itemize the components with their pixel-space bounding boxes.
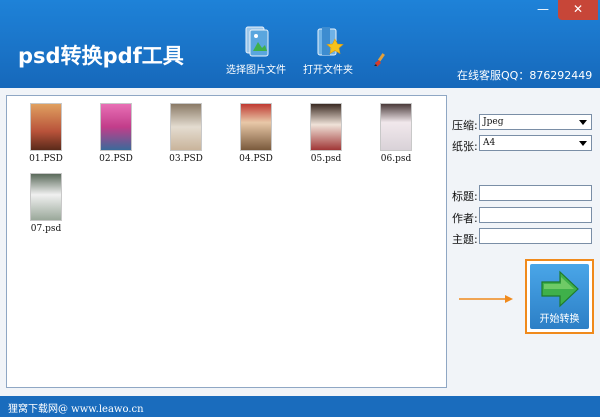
compression-row: 压缩: Jpeg	[452, 114, 600, 132]
thumbnail	[380, 103, 412, 151]
paper-value: A4	[483, 138, 496, 148]
app-title: psd转换pdf工具	[18, 44, 184, 68]
compression-select[interactable]: Jpeg	[479, 114, 592, 130]
chevron-down-icon	[579, 120, 587, 125]
arrow-pointer-icon	[459, 295, 513, 303]
compression-value: Jpeg	[483, 117, 504, 127]
app-window: psd转换pdf工具 — ✕ 选择图片文件 打开文件夹 在线客服QQ：87629…	[0, 0, 600, 417]
file-name: 06.psd	[380, 154, 412, 164]
thumbnail	[100, 103, 132, 151]
folder-star-icon	[317, 27, 344, 56]
paper-row: 纸张: A4	[452, 135, 600, 153]
select-images-button[interactable]: 选择图片文件	[224, 25, 288, 76]
open-folder-label: 打开文件夹	[303, 65, 353, 76]
list-item[interactable]: 02.PSD	[91, 103, 141, 164]
title-label: 标题:	[452, 190, 478, 203]
start-convert-button[interactable]: 开始转换	[530, 264, 589, 329]
image-list-panel[interactable]: 01.PSD 02.PSD 03.PSD 04.PSD 05.psd 06.ps…	[6, 95, 447, 388]
file-name: 02.PSD	[99, 154, 133, 164]
author-field[interactable]	[479, 207, 592, 223]
brush-icon[interactable]	[372, 52, 388, 68]
subject-row: 主题:	[452, 228, 600, 246]
list-item[interactable]: 01.PSD	[21, 103, 71, 164]
thumbnail	[30, 103, 62, 151]
file-name: 04.PSD	[239, 154, 273, 164]
status-bar: 狸窝下载网@ www.leawo.cn	[0, 396, 600, 417]
thumbnail	[30, 173, 62, 221]
qq-service-text: 在线客服QQ：876292449	[457, 69, 593, 82]
photos-icon	[245, 26, 269, 57]
subject-label: 主题:	[452, 233, 478, 246]
list-item[interactable]: 03.PSD	[161, 103, 211, 164]
close-button[interactable]: ✕	[558, 0, 598, 20]
compression-label: 压缩:	[452, 119, 478, 132]
list-item[interactable]: 04.PSD	[231, 103, 281, 164]
settings-panel: 压缩: Jpeg 纸张: A4 标题: 作者: 主题: 开始转换	[452, 88, 600, 396]
author-label: 作者:	[452, 212, 478, 225]
file-name: 05.psd	[310, 154, 342, 164]
select-images-label: 选择图片文件	[226, 65, 286, 76]
file-name: 01.PSD	[29, 154, 63, 164]
title-bar: psd转换pdf工具 — ✕ 选择图片文件 打开文件夹 在线客服QQ：87629…	[0, 0, 600, 88]
list-item[interactable]: 06.psd	[371, 103, 421, 164]
start-convert-label: 开始转换	[539, 314, 580, 325]
list-item[interactable]: 05.psd	[301, 103, 351, 164]
thumbnail	[310, 103, 342, 151]
paper-select[interactable]: A4	[479, 135, 592, 151]
thumbnail	[240, 103, 272, 151]
start-button-highlight: 开始转换	[525, 259, 594, 334]
list-item[interactable]: 07.psd	[21, 173, 71, 234]
author-row: 作者:	[452, 207, 600, 225]
chevron-down-icon	[579, 141, 587, 146]
open-folder-button[interactable]: 打开文件夹	[300, 25, 356, 76]
minimize-button[interactable]: —	[530, 0, 556, 20]
subject-field[interactable]	[479, 228, 592, 244]
footer-text: 狸窝下载网@ www.leawo.cn	[8, 404, 144, 415]
title-row: 标题:	[452, 185, 600, 203]
title-field[interactable]	[479, 185, 592, 201]
arrow-right-icon	[541, 270, 579, 308]
file-name: 07.psd	[30, 224, 62, 234]
thumbnail	[170, 103, 202, 151]
file-name: 03.PSD	[169, 154, 203, 164]
main-area: 01.PSD 02.PSD 03.PSD 04.PSD 05.psd 06.ps…	[0, 88, 600, 396]
paper-label: 纸张:	[452, 140, 478, 153]
